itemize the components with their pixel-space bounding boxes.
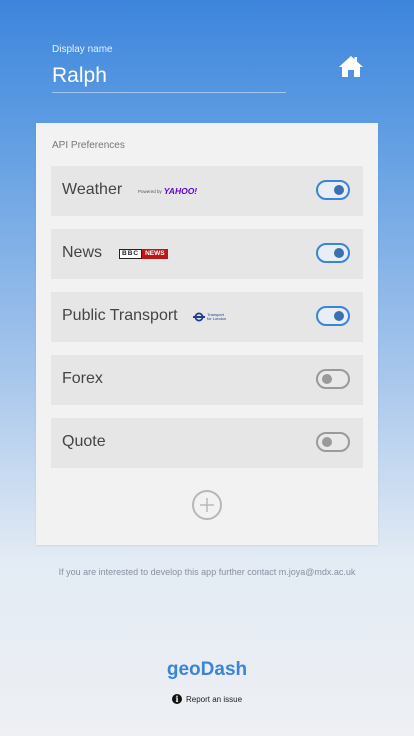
pref-row-weather: Weather Powered by YAHOO! — [51, 166, 363, 216]
news-logo-text: NEWS — [142, 249, 168, 259]
bbc-logo-text: BBC — [119, 249, 143, 259]
weather-toggle[interactable] — [316, 180, 350, 200]
display-name-field[interactable]: Ralph — [52, 64, 286, 93]
contact-text: If you are interested to develop this ap… — [58, 567, 356, 577]
toggle-knob — [334, 248, 344, 258]
toggle-knob — [322, 437, 332, 447]
quote-toggle[interactable] — [316, 432, 350, 452]
profile-header: Display name Ralph — [0, 0, 414, 124]
home-icon[interactable] — [338, 53, 364, 79]
pref-label-public-transport: Public Transport — [62, 307, 178, 324]
public-transport-toggle[interactable] — [316, 306, 350, 326]
api-preferences-title: API Preferences — [52, 140, 125, 151]
bbc-news-logo: BBC NEWS — [119, 243, 168, 265]
yahoo-logo-prefix: Powered by — [138, 188, 162, 194]
yahoo-logo-brand: YAHOO! — [163, 186, 198, 196]
info-icon: i — [171, 694, 182, 704]
toggle-knob — [334, 311, 344, 321]
yahoo-logo: Powered by YAHOO! — [138, 180, 197, 202]
display-name-label: Display name — [52, 44, 113, 55]
tfl-logo: Transport for London — [193, 306, 226, 328]
pref-label-news: News — [62, 244, 103, 261]
pref-row-news: News BBC NEWS — [51, 229, 363, 279]
report-issue-label: Report an issue — [185, 694, 243, 704]
pref-row-quote: Quote — [51, 418, 363, 468]
app-brand: geoDash — [166, 659, 248, 680]
pref-label-weather: Weather — [62, 181, 123, 198]
pref-label-forex: Forex — [62, 370, 103, 387]
tfl-logo-line-2: for London — [207, 316, 227, 321]
pref-row-public-transport: Public Transport Transport for London — [51, 292, 363, 342]
tfl-logo-text: Transport for London — [207, 312, 227, 322]
add-api-button[interactable] — [192, 490, 222, 520]
pref-row-forex: Forex — [51, 355, 363, 405]
report-issue-link[interactable]: i Report an issue — [0, 694, 414, 704]
forex-toggle[interactable] — [316, 369, 350, 389]
toggle-knob — [334, 185, 344, 195]
plus-icon — [200, 498, 214, 512]
news-toggle[interactable] — [316, 243, 350, 263]
pref-label-quote: Quote — [62, 433, 106, 450]
api-preferences-card: API Preferences Weather Powered by YAHOO… — [36, 123, 378, 545]
tfl-roundel-icon — [193, 312, 205, 322]
toggle-knob — [322, 374, 332, 384]
